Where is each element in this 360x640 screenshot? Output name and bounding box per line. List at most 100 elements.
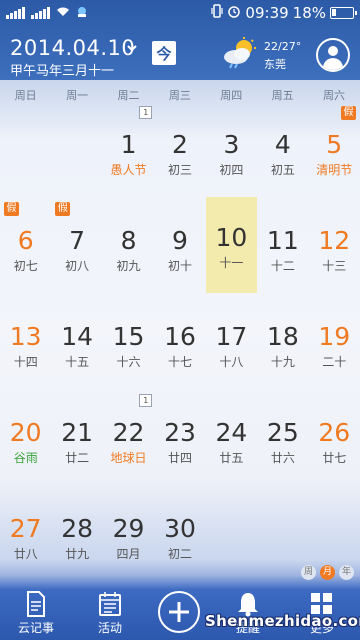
lunar-day: 廿二 bbox=[65, 451, 90, 465]
day-number: 16 bbox=[164, 322, 196, 351]
lunar-day: 清明节 bbox=[316, 163, 353, 177]
day-cell[interactable]: 6 初七 假 bbox=[0, 200, 51, 296]
day-number: 30 bbox=[164, 514, 196, 543]
lunar-day: 初八 bbox=[65, 259, 90, 273]
partly-cloudy-rain-icon[interactable] bbox=[222, 37, 258, 71]
clock-time: 09:39 bbox=[245, 4, 289, 22]
activity-button[interactable]: 活动 bbox=[74, 589, 146, 636]
lunar-day: 十九 bbox=[270, 355, 295, 369]
weekday-label: 周二 bbox=[117, 89, 140, 102]
plus-icon bbox=[169, 602, 189, 622]
notes-button[interactable]: 云记事 bbox=[0, 589, 72, 636]
lunar-day: 廿五 bbox=[219, 451, 244, 465]
weekday-label: 周五 bbox=[271, 89, 294, 102]
lunar-day: 十二 bbox=[270, 259, 295, 273]
day-number: 21 bbox=[61, 418, 94, 447]
weekday-header: 周日 周一 周二 周三 周四 周五 周六 bbox=[0, 87, 360, 105]
location: 东莞 bbox=[264, 58, 286, 71]
notes-label: 云记事 bbox=[17, 621, 54, 635]
day-cell[interactable]: 16 十七 bbox=[154, 296, 205, 392]
day-number: 6 bbox=[17, 226, 34, 255]
battery-percent: 18% bbox=[292, 4, 326, 22]
weekday-label: 周四 bbox=[220, 89, 243, 102]
day-cell[interactable]: 29 四月 bbox=[103, 488, 154, 584]
day-number: 3 bbox=[223, 130, 240, 159]
lunar-day: 初九 bbox=[116, 259, 141, 273]
day-cell[interactable]: 21 廿二 bbox=[51, 392, 102, 488]
calendar-header: 2014.04.10 甲午马年三月十一 今 22/27° 东莞 bbox=[0, 26, 360, 84]
lunar-day: 初七 bbox=[13, 259, 38, 273]
lunar-day: 廿四 bbox=[167, 451, 192, 465]
lunar-day: 廿七 bbox=[322, 451, 347, 465]
day-cell[interactable]: 20 谷雨 bbox=[0, 392, 51, 488]
day-cell[interactable]: 5 清明节 假 bbox=[309, 104, 360, 200]
day-cell[interactable]: 17 十八 bbox=[206, 296, 257, 392]
day-cell[interactable]: 11 十二 bbox=[257, 200, 308, 296]
view-toggle-option[interactable]: 周 bbox=[301, 565, 316, 580]
lunar-day: 廿九 bbox=[65, 547, 90, 561]
day-cell[interactable]: 7 初八 假 bbox=[51, 200, 102, 296]
lunar-day: 初二 bbox=[167, 547, 192, 561]
lunar-day: 十四 bbox=[13, 355, 38, 369]
day-cell[interactable]: 4 初五 bbox=[257, 104, 308, 200]
day-number: 14 bbox=[61, 322, 94, 351]
day-number: 9 bbox=[172, 226, 188, 255]
day-cell[interactable]: 28 廿九 bbox=[51, 488, 102, 584]
day-cell[interactable]: 18 十九 bbox=[257, 296, 308, 392]
day-number: 2 bbox=[172, 130, 188, 159]
view-toggle-option[interactable]: 年 bbox=[339, 565, 354, 580]
day-cell[interactable]: 19 二十 bbox=[309, 296, 360, 392]
day-cell[interactable]: 26 廿七 bbox=[309, 392, 360, 488]
day-cell[interactable]: 2 初三 bbox=[154, 104, 205, 200]
status-bar: 09:39 18% bbox=[0, 0, 360, 26]
view-toggle-option[interactable]: 月 bbox=[320, 565, 335, 580]
lunar-day: 十一 bbox=[219, 256, 244, 270]
holiday-badge: 假 bbox=[55, 202, 71, 216]
day-number: 26 bbox=[318, 418, 351, 447]
day-cell[interactable]: 14 十五 bbox=[51, 296, 102, 392]
day-cell[interactable]: 25 廿六 bbox=[257, 392, 308, 488]
lunar-day: 十三 bbox=[322, 259, 347, 273]
weekday-label: 周三 bbox=[168, 89, 191, 102]
day-cell[interactable]: 3 初四 bbox=[206, 104, 257, 200]
day-cell-today[interactable]: 10 十一 bbox=[205, 197, 258, 293]
day-cell[interactable]: 1 愚人节 1 bbox=[103, 104, 154, 200]
today-button[interactable]: 今 bbox=[152, 41, 176, 65]
day-number: 7 bbox=[69, 226, 86, 255]
day-cell[interactable]: 12 十三 bbox=[309, 200, 360, 296]
day-number: 28 bbox=[61, 514, 94, 543]
add-button[interactable] bbox=[158, 591, 200, 633]
day-number: 11 bbox=[266, 226, 299, 255]
lunar-day: 地球日 bbox=[110, 451, 147, 465]
current-date[interactable]: 2014.04.10 bbox=[10, 36, 135, 60]
day-cell[interactable]: 27 廿八 bbox=[0, 488, 51, 584]
view-toggle: 周月年 bbox=[301, 565, 354, 580]
day-cell[interactable]: 22 地球日 1 bbox=[103, 392, 154, 488]
day-number: 5 bbox=[326, 130, 343, 159]
lunar-day: 二十 bbox=[322, 355, 347, 369]
day-cell[interactable]: 30 初二 bbox=[154, 488, 205, 584]
day-number: 19 bbox=[318, 322, 351, 351]
lunar-day: 愚人节 bbox=[110, 163, 147, 177]
day-number: 27 bbox=[9, 514, 42, 543]
day-number: 12 bbox=[318, 226, 351, 255]
day-cell[interactable]: 24 廿五 bbox=[206, 392, 257, 488]
day-number: 22 bbox=[112, 418, 145, 447]
day-cell[interactable]: 8 初九 bbox=[103, 200, 154, 296]
signal-icon bbox=[6, 7, 25, 19]
day-number: 17 bbox=[215, 322, 248, 351]
day-number: 25 bbox=[266, 418, 299, 447]
holiday-badge: 假 bbox=[4, 202, 19, 216]
user-avatar-icon[interactable] bbox=[316, 38, 350, 72]
day-number: 4 bbox=[274, 130, 291, 159]
lunar-day: 初四 bbox=[219, 163, 244, 177]
day-number: 13 bbox=[9, 322, 42, 351]
chevron-down-icon[interactable] bbox=[126, 41, 138, 57]
day-cell[interactable]: 15 十六 bbox=[103, 296, 154, 392]
day-cell[interactable]: 9 初十 bbox=[154, 200, 205, 296]
lunar-day: 廿六 bbox=[270, 451, 295, 465]
day-cell[interactable]: 23 廿四 bbox=[154, 392, 205, 488]
lunar-day: 初十 bbox=[167, 259, 192, 273]
lunar-day: 初五 bbox=[270, 163, 295, 177]
day-cell[interactable]: 13 十四 bbox=[0, 296, 51, 392]
